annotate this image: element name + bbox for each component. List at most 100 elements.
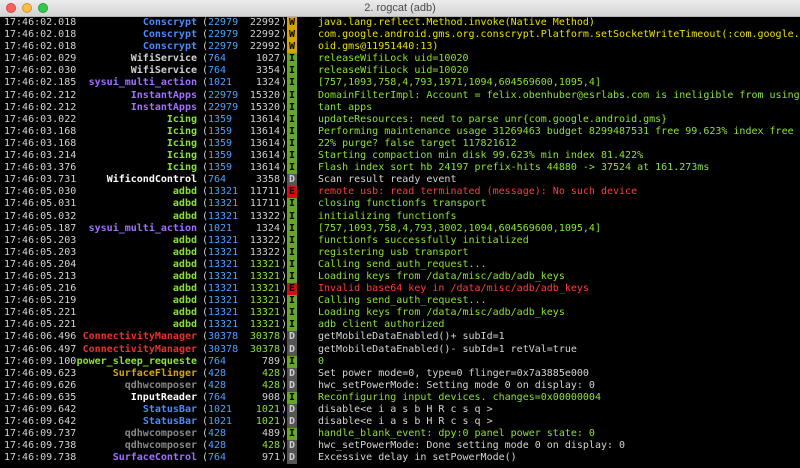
thread-id: 13321 (249, 295, 280, 307)
log-level-badge: I (287, 246, 297, 259)
log-message: com.google.android.gms.org.conscrypt.Pla… (318, 29, 800, 41)
log-message: getMobileDataEnabled()+ subId=1 (318, 331, 505, 343)
process-id: 13321 (208, 186, 239, 198)
process-id: 22979 (208, 89, 239, 101)
log-message: getMobileDataEnabled()- subId=1 retVal=t… (318, 343, 577, 355)
log-level-badge: I (287, 355, 297, 368)
log-tag: adbd (172, 295, 197, 307)
thread-id: 13614 (249, 113, 280, 125)
log-row: 17:46:02.018 Conscrypt(22979 22992) Wcom.go… (0, 29, 800, 42)
log-tag: power_sleep_requeste (76, 355, 197, 367)
thread-id: 13614 (249, 150, 280, 162)
thread-id: 13321 (249, 270, 280, 282)
terminal-window: 2. rogcat (adb) 17:46:02.018 Conscrypt(22… (0, 0, 800, 468)
log-tag: Conscrypt (142, 29, 197, 41)
process-id: 1359 (208, 150, 233, 162)
process-id: 764 (208, 355, 227, 367)
process-id: 13321 (208, 258, 239, 270)
thread-id: 13321 (249, 258, 280, 270)
process-id: 13321 (208, 270, 239, 282)
process-id: 1359 (208, 113, 233, 125)
log-level-badge: D (287, 416, 297, 429)
thread-id: 15320 (249, 101, 280, 113)
process-id: 1021 (208, 404, 233, 415)
log-message: functionfs successfully initialized (318, 234, 529, 246)
log-level-badge: W (287, 17, 297, 30)
log-tag: Conscrypt (142, 41, 197, 53)
log-row: 17:46:09.737 qdhwcomposer(428 489) Ihandle_… (0, 428, 800, 441)
process-id: 428 (208, 440, 227, 452)
log-level-badge: D (287, 174, 297, 187)
log-message: DomainFilterImpl: Account = felix.obenhu… (318, 89, 800, 101)
thread-id: 22992 (249, 41, 280, 53)
log-message: java.lang.reflect.Method.invoke(Native M… (318, 17, 595, 28)
log-message: remote usb: read terminated (message): N… (318, 186, 638, 198)
log-tag: qdhwcomposer (124, 440, 197, 452)
process-id: 428 (208, 367, 227, 379)
log-level-badge: W (287, 41, 297, 54)
log-row: 17:46:09.738 qdhwcomposer(428 428) Dhwc_set… (0, 440, 800, 453)
log-level-badge: D (287, 440, 297, 453)
log-row: 17:46:06.496 ConnectivityManager(30378 303… (0, 331, 800, 344)
process-id: 13321 (208, 319, 239, 331)
log-level-badge: D (287, 452, 297, 465)
log-level-badge: I (287, 198, 297, 211)
thread-id: 1324 (255, 222, 280, 234)
log-row: 17:46:03.731 WificondControl(764 3358) D Sca… (0, 174, 800, 187)
log-tag: sysui_multi_action (88, 77, 197, 89)
log-tag: Icing (166, 125, 197, 137)
log-tag: sysui_multi_action (88, 222, 197, 234)
log-row: 17:46:09.738 SurfaceControl(764 971) D Exces… (0, 452, 800, 465)
log-tag: Icing (166, 113, 197, 125)
process-id: 428 (208, 428, 227, 440)
process-id: 428 (208, 379, 227, 391)
log-level-badge: D (287, 379, 297, 392)
thread-id: 13321 (249, 307, 280, 319)
log-row: 17:46:05.216 adbd(13321 13321) E Invalid bas… (0, 283, 800, 296)
log-tag: adbd (172, 319, 197, 331)
log-level-badge: I (287, 307, 297, 320)
log-tag: SurfaceControl (112, 452, 197, 464)
log-tag: ConnectivityManager (82, 343, 197, 355)
log-level-badge: I (287, 428, 297, 441)
log-message: disable<e i a s b H R c s q > (318, 404, 493, 415)
log-row: 17:46:02.018 Conscrypt(22979 22992) Woid.gm… (0, 41, 800, 54)
log-level-badge: I (287, 125, 297, 138)
log-tag: SurfaceFlinger (112, 367, 197, 379)
log-level-badge: D (287, 343, 297, 356)
thread-id: 428 (261, 379, 280, 391)
thread-id: 908 (261, 391, 280, 403)
log-message: Scan result ready event (318, 174, 457, 186)
log-row: 17:46:05.221 adbd(13321 13321) I Loading key… (0, 307, 800, 320)
log-message: updateResources: need to parse unr{com.g… (318, 113, 668, 125)
process-id: 764 (208, 65, 227, 77)
process-id: 1021 (208, 416, 233, 428)
log-row: 17:46:09.626 qdhwcomposer(428 428) Dhwc_set… (0, 379, 800, 392)
log-tag: ConnectivityManager (82, 331, 197, 343)
log-message: registering usb transport (318, 246, 469, 258)
log-message: hwc_setPowerMode: Setting mode 0 on disp… (318, 379, 595, 391)
thread-id: 22992 (249, 17, 280, 28)
process-id: 1021 (208, 77, 233, 89)
log-row: 17:46:06.497 ConnectivityManager(30378 303… (0, 343, 800, 356)
thread-id: 13614 (249, 137, 280, 149)
log-message: releaseWifiLock uid=10020 (318, 53, 469, 65)
log-message: hwc_setPowerMode: Done setting mode 0 on… (318, 440, 626, 452)
log-output[interactable]: 17:46:02.018 Conscrypt(22979 22992) Wjava.l… (0, 17, 800, 468)
log-row: 17:46:09.100 power_sleep_requeste(764 789)… (0, 355, 800, 368)
thread-id: 13321 (249, 319, 280, 331)
log-row: 17:46:05.031 adbd(13321 11711) Iclosing fun… (0, 198, 800, 211)
process-id: 13321 (208, 234, 239, 246)
thread-id: 1324 (255, 77, 280, 89)
log-level-badge: I (287, 101, 297, 114)
log-message: 0 (318, 355, 325, 367)
log-message: [757,1093,758,4,793,1971,1094,604569600,… (318, 77, 601, 89)
process-id: 764 (208, 391, 227, 403)
log-row: 17:46:05.030 adbd(13321 11711) Eremote usb:… (0, 186, 800, 199)
title-bar: 2. rogcat (adb) (0, 0, 800, 17)
log-row: 17:46:05.203 adbd(13321 13322) Ifunctionfs … (0, 234, 800, 247)
log-row: 17:46:03.022 Icing(1359 13614) IupdateResou… (0, 113, 800, 126)
log-row: 17:46:02.030 WifiService(764 3354) Irelease… (0, 65, 800, 78)
log-row: 17:46:02.029 WifiService(764 1027) Irelease… (0, 53, 800, 66)
process-id: 22979 (208, 41, 239, 53)
